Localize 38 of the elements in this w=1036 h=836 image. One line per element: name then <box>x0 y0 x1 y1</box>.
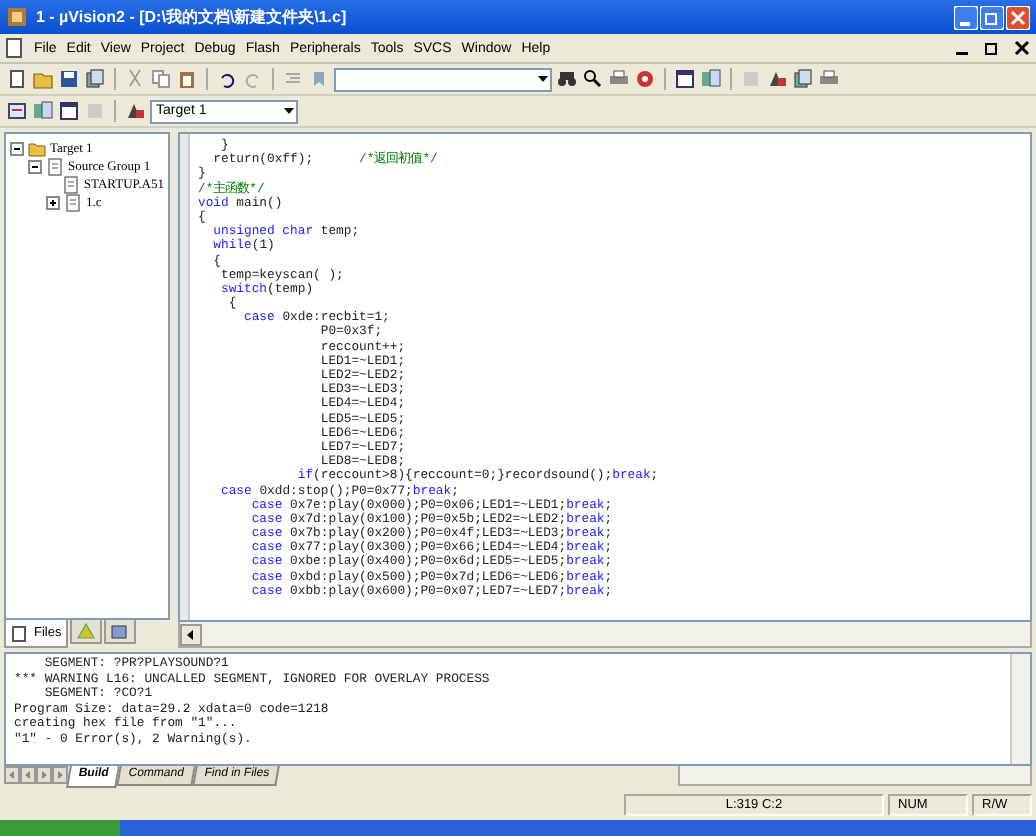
new-file-icon[interactable] <box>6 68 28 90</box>
collapse-icon[interactable] <box>28 160 42 174</box>
dropdown-arrow-icon <box>536 72 550 86</box>
close-button[interactable] <box>1012 38 1032 58</box>
tab-scroll-arrow-icon[interactable] <box>20 766 36 784</box>
tab-scroll-arrow-icon[interactable] <box>52 766 68 784</box>
panel-tab[interactable] <box>103 620 136 644</box>
file-icon <box>64 194 82 212</box>
window-icon[interactable] <box>58 100 80 122</box>
horizontal-scrollbar[interactable] <box>678 766 1032 786</box>
tab-scroll-arrow-icon[interactable] <box>36 766 52 784</box>
binoculars-icon[interactable] <box>556 68 578 90</box>
folder-icon <box>28 140 46 158</box>
printer-icon[interactable] <box>608 68 630 90</box>
pages-icon[interactable] <box>792 68 814 90</box>
document-icon <box>4 38 24 58</box>
horizontal-scrollbar[interactable] <box>178 622 1032 648</box>
save-icon[interactable] <box>58 68 80 90</box>
window-icon[interactable] <box>674 68 696 90</box>
file-icon <box>46 158 64 176</box>
printer-icon[interactable] <box>818 68 840 90</box>
collapse-icon[interactable] <box>10 142 24 156</box>
dropdown-arrow-icon <box>282 104 296 118</box>
file-icon <box>10 623 30 643</box>
vertical-scrollbar[interactable] <box>1010 654 1030 764</box>
restore-button[interactable] <box>982 38 1002 58</box>
pages-icon[interactable] <box>84 68 106 90</box>
paste-icon[interactable] <box>176 68 198 90</box>
window-title: 1 - µVision2 - [D:\我的文档\新建文件夹\1.c] <box>36 6 349 28</box>
find-icon[interactable] <box>582 68 604 90</box>
book-icon <box>109 621 130 641</box>
copy-icon[interactable] <box>150 68 172 90</box>
file-icon <box>61 176 80 194</box>
app-icon <box>6 6 28 28</box>
expand-icon[interactable] <box>46 196 60 210</box>
tab-scroll-arrow-icon[interactable] <box>4 766 20 784</box>
undo-icon[interactable] <box>216 68 238 90</box>
search-combo-field[interactable] <box>334 67 552 91</box>
